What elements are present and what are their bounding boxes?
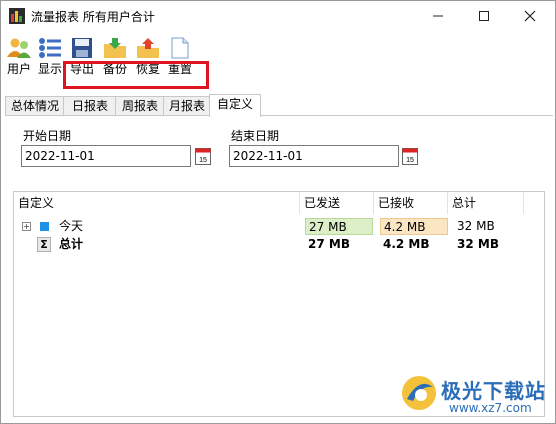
- column-header-received[interactable]: 已接收: [374, 192, 448, 214]
- close-icon: [524, 10, 536, 22]
- close-button[interactable]: [507, 1, 553, 31]
- sent-cell: 27 MB: [308, 237, 350, 251]
- blank-document-icon: [171, 37, 189, 59]
- display-label: 显示: [37, 62, 62, 76]
- bar-chart-app-icon: [9, 8, 25, 24]
- table-row[interactable]: + 今天 27 MB 4.2 MB 32 MB: [14, 218, 544, 236]
- maximize-button[interactable]: [461, 1, 507, 31]
- end-date-input[interactable]: 2022-11-01: [229, 145, 399, 167]
- end-date-label: 结束日期: [231, 129, 280, 143]
- tab-custom[interactable]: 自定义: [209, 94, 261, 117]
- total-cell: 32 MB: [457, 237, 499, 251]
- svg-text:15: 15: [199, 157, 207, 164]
- start-date-label: 开始日期: [23, 129, 72, 143]
- minimize-button[interactable]: [415, 1, 461, 31]
- watermark-name: 极光下载站: [441, 379, 546, 403]
- window-title: 流量报表 所有用户合计: [31, 10, 155, 24]
- tab-strip: 总体情况 日报表 周报表 月报表 自定义: [5, 94, 553, 117]
- minimize-icon: [433, 15, 443, 17]
- users-icon: [7, 38, 31, 58]
- app-window: 流量报表 所有用户合计 用户 显示 导出 备份 恢复 重置 总体情况 日报表 周…: [0, 0, 556, 424]
- sent-cell: 27 MB: [305, 218, 373, 235]
- row-name: 今天: [59, 219, 84, 233]
- highlight-annotation-box: [63, 61, 209, 89]
- total-cell: 32 MB: [457, 219, 495, 233]
- column-header-total[interactable]: 总计: [448, 192, 524, 214]
- blue-square-icon: [40, 222, 49, 231]
- tab-monthly[interactable]: 月报表: [163, 96, 211, 116]
- users-button[interactable]: 用户: [5, 35, 33, 85]
- row-name: 总计: [59, 237, 84, 251]
- tab-overview[interactable]: 总体情况: [5, 96, 65, 116]
- list-header: 自定义 已发送 已接收 总计: [14, 192, 544, 214]
- watermark: 极光下载站 www.xz7.com: [399, 371, 549, 419]
- end-calendar-icon[interactable]: 15: [402, 147, 418, 165]
- display-button[interactable]: 显示: [36, 35, 64, 85]
- tab-daily[interactable]: 日报表: [63, 96, 117, 116]
- save-disk-icon: [72, 38, 92, 58]
- expand-toggle-icon[interactable]: +: [22, 222, 31, 231]
- title-bar: 流量报表 所有用户合计: [1, 1, 555, 31]
- svg-text:15: 15: [406, 157, 414, 164]
- column-header-sent[interactable]: 已发送: [300, 192, 374, 214]
- watermark-url: www.xz7.com: [449, 401, 532, 415]
- column-header-custom[interactable]: 自定义: [14, 192, 300, 214]
- users-label: 用户: [6, 62, 31, 76]
- maximize-icon: [479, 11, 489, 21]
- tab-weekly[interactable]: 周报表: [115, 96, 165, 116]
- table-row-total[interactable]: Σ 总计 27 MB 4.2 MB 32 MB: [14, 236, 544, 254]
- folder-upload-icon: [137, 38, 159, 58]
- start-calendar-icon[interactable]: 15: [195, 147, 211, 165]
- folder-download-icon: [104, 38, 126, 58]
- received-cell: 4.2 MB: [380, 218, 448, 235]
- sigma-sum-icon: Σ: [37, 237, 51, 252]
- watermark-logo-icon: [402, 376, 436, 410]
- list-icon: [39, 38, 61, 58]
- start-date-input[interactable]: 2022-11-01: [21, 145, 191, 167]
- received-cell: 4.2 MB: [383, 237, 430, 251]
